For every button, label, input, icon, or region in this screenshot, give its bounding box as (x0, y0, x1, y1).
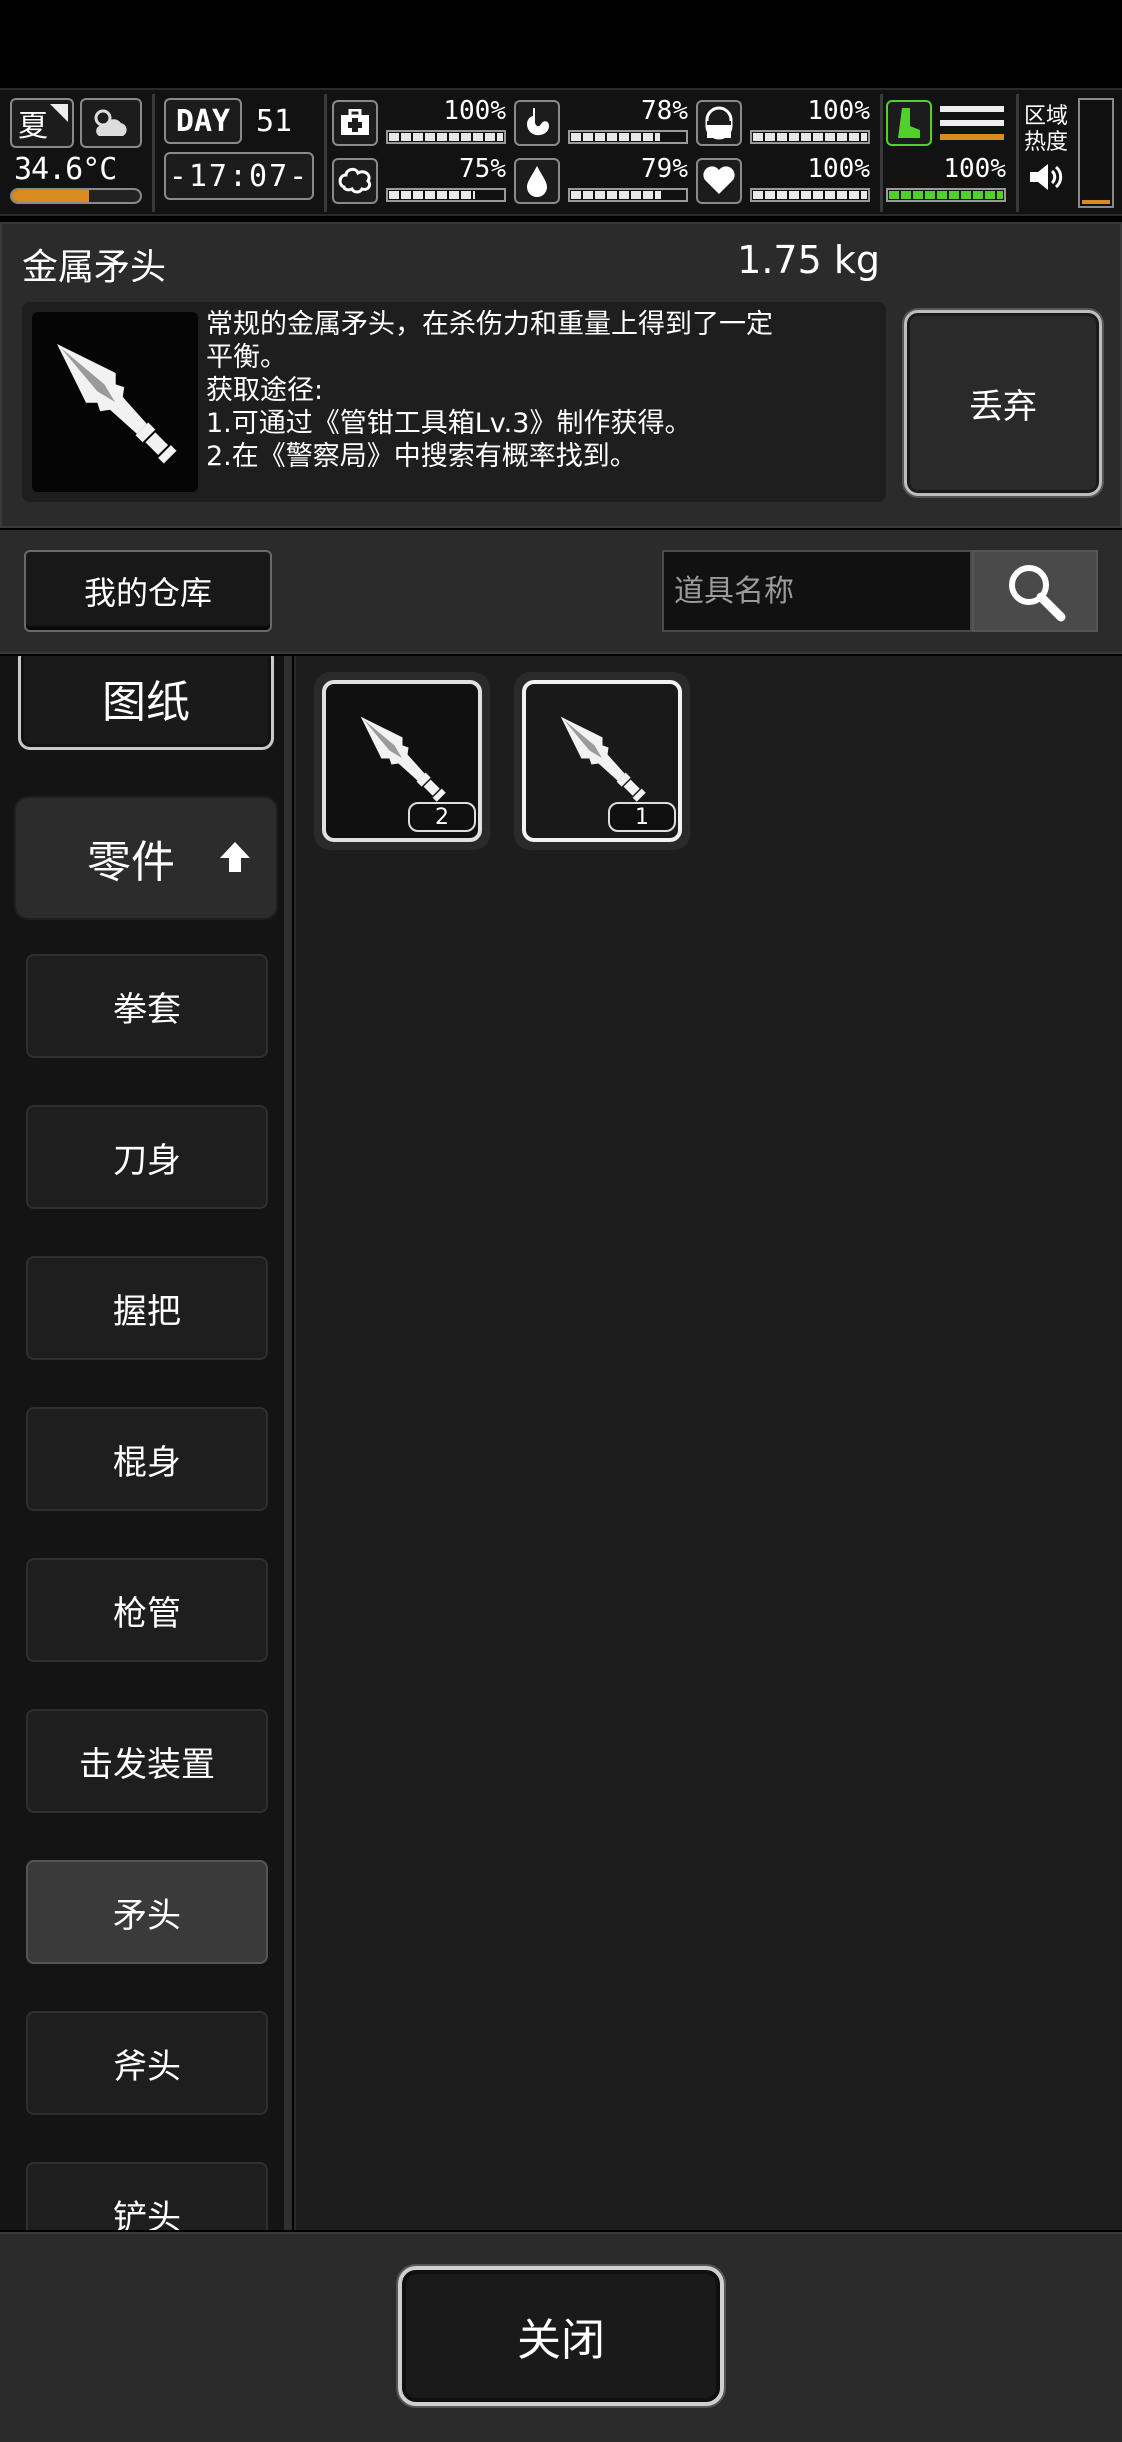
water-drop-icon (514, 158, 560, 204)
tab-blueprint[interactable]: 图纸 (18, 656, 274, 750)
inventory-slot[interactable]: 2 (314, 672, 490, 850)
item-search-input[interactable] (662, 550, 972, 632)
hunger-bar-fill (571, 133, 660, 141)
status-bar: 夏 34.6°C DAY 51 -17:07- 100% 78% 100% 75… (0, 88, 1122, 216)
item-image (32, 312, 198, 492)
clock-readout: -17:07- (164, 152, 314, 200)
zone-heat-label: 区域 热度 (1024, 104, 1068, 156)
mood-percent: 100% (807, 154, 870, 184)
immunity-bar (750, 130, 870, 144)
speaker-icon[interactable] (1028, 162, 1064, 199)
brain-icon (332, 158, 378, 204)
item-detail-panel: 金属矛头 1.75 kg 常规的金属矛头，在杀伤力和重量上得到了一定 平衡。 获… (0, 222, 1122, 528)
close-button[interactable]: 关闭 (398, 2266, 724, 2406)
divider (152, 94, 155, 212)
thirst-bar-fill (571, 191, 662, 199)
sidebar-item-shovelhead[interactable]: 铲头 (26, 2162, 268, 2230)
search-button[interactable] (972, 550, 1098, 632)
spearhead-icon (57, 344, 177, 464)
heart-icon (696, 158, 742, 204)
sanity-percent: 75% (459, 154, 506, 184)
description-line: 1.可通过《管钳工具箱Lv.3》制作获得。 (206, 408, 692, 439)
item-name: 金属矛头 (22, 247, 167, 288)
stamina-bar-fill (889, 191, 1003, 199)
stamina-stat: 100% (886, 96, 1012, 208)
thirst-bar (568, 188, 688, 202)
sidebar-item-barrel[interactable]: 枪管 (26, 1558, 268, 1662)
tab-parts[interactable]: 零件 (14, 796, 278, 920)
stamina-stripe-orange (940, 134, 1004, 140)
mood-bar (750, 188, 870, 202)
stomach-icon (514, 100, 560, 146)
immunity-bar-fill (753, 133, 867, 141)
hunger-stat: 78% (514, 96, 694, 152)
pill-icon (696, 100, 742, 146)
sanity-stat: 75% (332, 154, 512, 210)
sidebar-scrollbar[interactable] (284, 656, 292, 2230)
my-warehouse-button[interactable]: 我的仓库 (24, 550, 272, 632)
stamina-percent: 100% (943, 154, 1006, 184)
stamina-stripe (940, 120, 1004, 126)
day-label: DAY (164, 98, 242, 144)
description-line: 获取途径: (206, 375, 324, 406)
divider (1016, 94, 1019, 212)
hunger-percent: 78% (641, 96, 688, 126)
discard-button[interactable]: 丢弃 (904, 310, 1102, 496)
slot-count-badge: 2 (408, 802, 476, 832)
description-line: 常规的金属矛头，在杀伤力和重量上得到了一定 (206, 309, 773, 340)
immunity-stat: 100% (696, 96, 876, 152)
medkit-icon (332, 100, 378, 146)
season-label: 夏 (18, 109, 48, 144)
zone-heat-label-line1: 区域 (1024, 104, 1069, 129)
tab-parts-label: 零件 (87, 837, 175, 888)
day-number: 51 (256, 104, 293, 139)
sidebar-item-grip[interactable]: 握把 (26, 1256, 268, 1360)
slot-count-badge: 1 (608, 802, 676, 832)
zone-heat-meter (1078, 98, 1114, 208)
item-description-box: 常规的金属矛头，在杀伤力和重量上得到了一定 平衡。 获取途径: 1.可通过《管钳… (22, 302, 886, 502)
health-percent: 100% (443, 96, 506, 126)
description-line: 2.在《警察局》中搜索有概率找到。 (206, 441, 637, 472)
footer-bar: 关闭 (0, 2232, 1122, 2442)
health-bar (386, 130, 506, 144)
immunity-percent: 100% (807, 96, 870, 126)
sidebar-item-axehead[interactable]: 斧头 (26, 2011, 268, 2115)
weather-icon (80, 98, 142, 148)
health-bar-fill (389, 133, 503, 141)
item-description: 常规的金属矛头，在杀伤力和重量上得到了一定 平衡。 获取途径: 1.可通过《管钳… (206, 308, 876, 473)
warehouse-bar: 我的仓库 (0, 530, 1122, 654)
temperature-readout: 34.6°C (14, 152, 117, 187)
description-line: 平衡。 (206, 342, 287, 373)
thirst-stat: 79% (514, 154, 694, 210)
sidebar-item-rod[interactable]: 棍身 (26, 1407, 268, 1511)
zone-heat-meter-fill (1082, 199, 1110, 204)
temperature-bar-fill (12, 190, 89, 202)
stamina-bar (886, 188, 1006, 202)
sidebar-item-spearhead[interactable]: 矛头 (26, 1860, 268, 1964)
item-weight: 1.75 kg (737, 238, 880, 282)
sidebar-item-blade[interactable]: 刀身 (26, 1105, 268, 1209)
zone-heat-label-line2: 热度 (1024, 130, 1069, 155)
sanity-bar-fill (389, 191, 475, 199)
mood-bar-fill (753, 191, 867, 199)
stamina-stripe (940, 106, 1004, 112)
health-stat: 100% (332, 96, 512, 152)
sidebar-item-firing-mechanism[interactable]: 击发装置 (26, 1709, 268, 1813)
thirst-percent: 79% (641, 154, 688, 184)
season-corner-icon (50, 104, 68, 122)
category-sidebar: 图纸 零件 拳套 刀身 握把 棍身 枪管 击发装置 矛头 斧头 铲头 (0, 656, 292, 2230)
divider (324, 94, 327, 212)
season-indicator: 夏 (10, 98, 74, 148)
sanity-bar (386, 188, 506, 202)
sidebar-item-fist[interactable]: 拳套 (26, 954, 268, 1058)
divider (880, 94, 883, 212)
temperature-bar (10, 188, 142, 204)
arrow-up-icon (220, 842, 250, 872)
mood-stat: 100% (696, 154, 876, 210)
inventory-slot-selected[interactable]: 1 (514, 672, 690, 850)
stamina-leg-icon (886, 100, 932, 146)
search-icon (1009, 565, 1066, 622)
inventory-grid: 2 1 (294, 656, 1122, 2230)
hunger-bar (568, 130, 688, 144)
